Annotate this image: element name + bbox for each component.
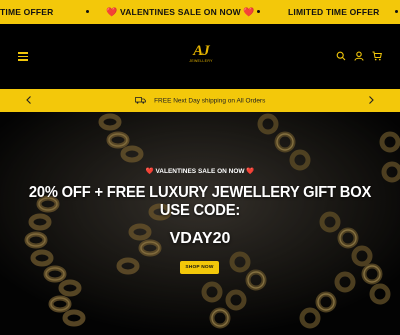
truck-icon: [134, 97, 146, 104]
account-icon[interactable]: [354, 51, 364, 61]
hero-eyebrow-text: VALENTINES SALE ON NOW: [155, 168, 245, 175]
announcement-text: VALENTINES SALE ON NOW: [119, 7, 241, 17]
separator-dot: [86, 10, 89, 13]
hero-content: ❤️ VALENTINES SALE ON NOW ❤️ 20% OFF + F…: [0, 112, 400, 335]
announcement-item: TIME OFFER: [0, 0, 53, 24]
announcement-item: ❤️ VALENTINES SALE ON NOW ❤️: [106, 0, 255, 24]
logo[interactable]: AJ JEWELLERY: [188, 44, 214, 68]
heart-icon: ❤️: [243, 7, 255, 17]
logo-mark: AJ: [193, 43, 210, 59]
separator-dot: [395, 10, 398, 13]
logo-subtitle: JEWELLERY: [189, 59, 213, 63]
menu-icon[interactable]: [18, 52, 28, 61]
shipping-message: FREE Next Day shipping on All Orders: [0, 89, 400, 112]
shop-now-button[interactable]: SHOP NOW: [180, 261, 219, 274]
site-header: AJ JEWELLERY: [0, 24, 400, 89]
announcement-text: LIMITED TIME OFFER: [288, 7, 380, 17]
heart-icon: ❤️: [145, 168, 154, 175]
promo-code: VDAY20: [169, 230, 231, 247]
hero-headline-line2: USE CODE:: [159, 202, 241, 219]
announcement-text: TIME OFFER: [0, 7, 54, 17]
search-icon[interactable]: [336, 51, 346, 61]
shipping-text: FREE Next Day shipping on All Orders: [154, 97, 266, 105]
hero-eyebrow: ❤️ VALENTINES SALE ON NOW ❤️: [0, 167, 400, 175]
hero-banner[interactable]: ❤️ VALENTINES SALE ON NOW ❤️ 20% OFF + F…: [0, 112, 400, 335]
announcement-bar: TIME OFFER ❤️ VALENTINES SALE ON NOW ❤️ …: [0, 0, 400, 24]
cart-icon[interactable]: [372, 51, 382, 61]
separator-dot: [257, 10, 260, 13]
shipping-bar: FREE Next Day shipping on All Orders: [0, 89, 400, 112]
chevron-right-icon[interactable]: [366, 95, 376, 105]
hero-headline-line1: 20% OFF + FREE LUXURY JEWELLERY GIFT BOX: [28, 184, 372, 201]
hero-headline: 20% OFF + FREE LUXURY JEWELLERY GIFT BOX…: [16, 184, 384, 220]
heart-icon: ❤️: [106, 7, 118, 17]
heart-icon: ❤️: [246, 168, 255, 175]
announcement-item: LIMITED TIME OFFER: [288, 0, 379, 24]
